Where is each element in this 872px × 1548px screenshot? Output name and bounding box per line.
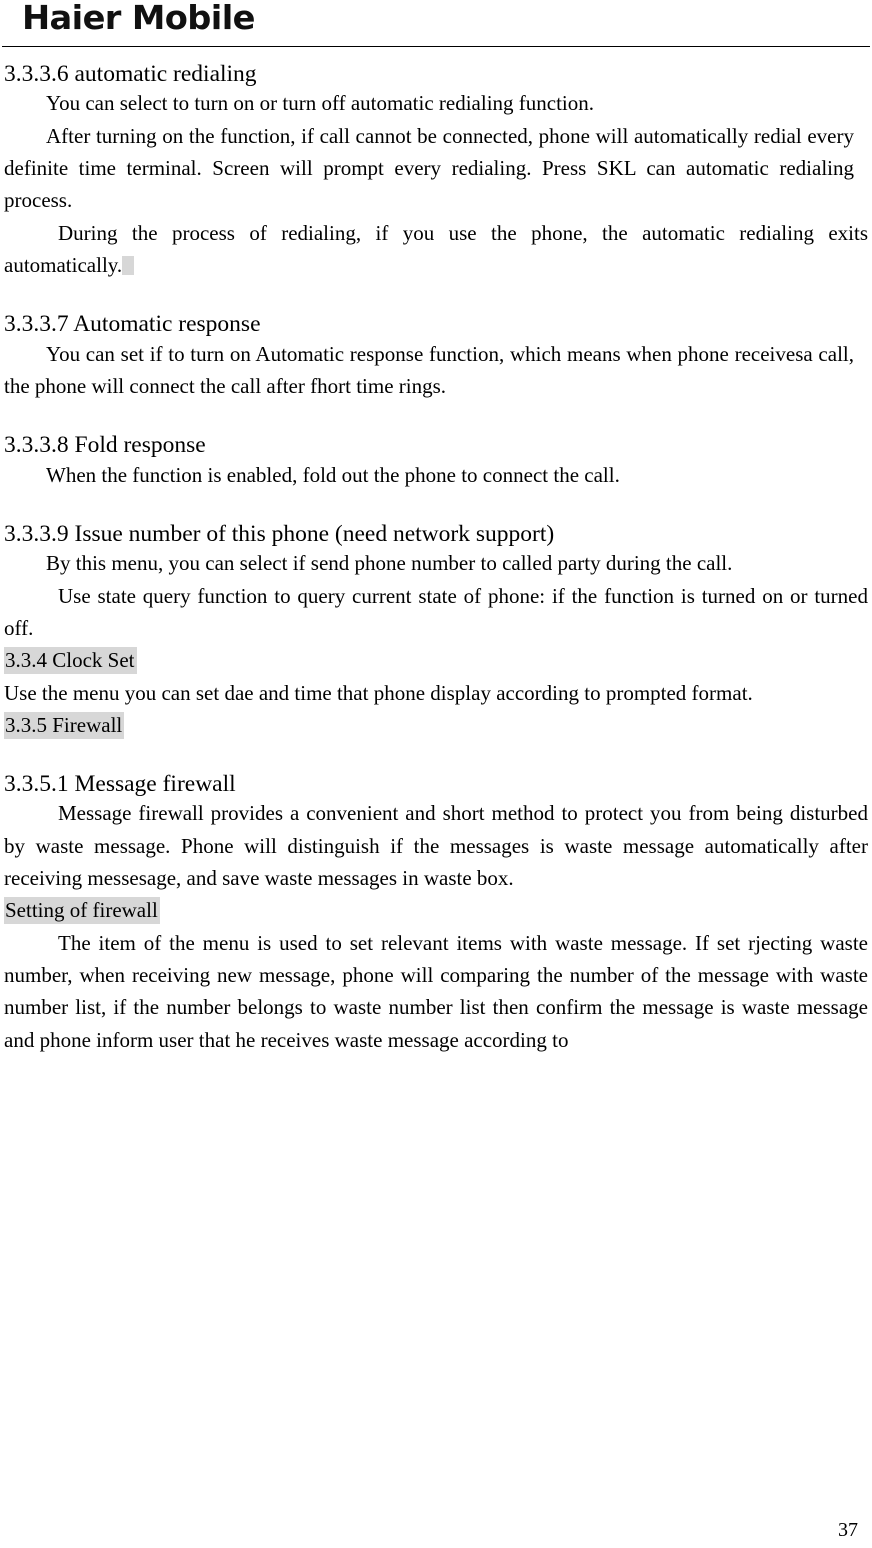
heading-issue-number: 3.3.3.9 Issue number of this phone (need…	[4, 520, 555, 547]
paragraph-message-firewall: Message firewall provides a convenient a…	[4, 801, 868, 891]
paragraph-automatic-response: You can set if to turn on Automatic resp…	[4, 341, 854, 398]
heading-firewall: 3.3.5 Firewall	[4, 709, 868, 741]
heading-setting-of-firewall: Setting of firewall	[4, 894, 868, 926]
heading-firewall-text: 3.3.5 Firewall	[4, 711, 125, 739]
section-fold-response: 3.3.3.8 Fold response	[4, 432, 868, 458]
heading-clock-set: 3.3.4 Clock Set	[4, 644, 868, 676]
paragraph-redialing-exit: During the process of redialing, if you …	[4, 217, 868, 282]
heading-clock-set-text: 3.3.4 Clock Set	[4, 647, 137, 675]
section-message-firewall: 3.3.5.1 Message firewall	[4, 771, 868, 797]
highlighted-space-marker	[122, 255, 135, 275]
section-issue-number: 3.3.3.9 Issue number of this phone (need…	[4, 521, 868, 547]
paragraph-state-query: Use state query function to query curren…	[4, 583, 868, 640]
heading-automatic-redialing: 3.3.3.6 automatic redialing	[4, 61, 257, 87]
heading-setting-of-firewall-text: Setting of firewall	[4, 897, 160, 925]
heading-automatic-response: 3.3.3.7 Automatic response	[4, 311, 261, 338]
paragraph-clock-set: Use the menu you can set dae and time th…	[4, 680, 753, 705]
paragraph-redialing-intro: You can select to turn on or turn off au…	[46, 91, 595, 116]
section-automatic-response: 3.3.3.7 Automatic response	[4, 311, 868, 337]
paragraph-issue-number-intro: By this menu, you can select if send pho…	[46, 551, 733, 576]
page-number: 37	[838, 1519, 858, 1541]
paragraph-redialing-detail: After turning on the function, if call c…	[4, 123, 854, 213]
heading-message-firewall: 3.3.5.1 Message firewall	[4, 771, 236, 798]
paragraph-setting-of-firewall: The item of the menu is used to set rele…	[4, 930, 868, 1052]
document-body: 3.3.3.6 automatic redialing You can sele…	[4, 55, 868, 1056]
page-header: Haier Mobile	[0, 0, 872, 48]
section-automatic-redialing: 3.3.3.6 automatic redialing	[4, 61, 868, 87]
haier-mobile-logo: Haier Mobile	[22, 0, 255, 37]
heading-fold-response: 3.3.3.8 Fold response	[4, 432, 206, 459]
paragraph-fold-response: When the function is enabled, fold out t…	[46, 462, 620, 487]
header-divider	[2, 46, 870, 47]
